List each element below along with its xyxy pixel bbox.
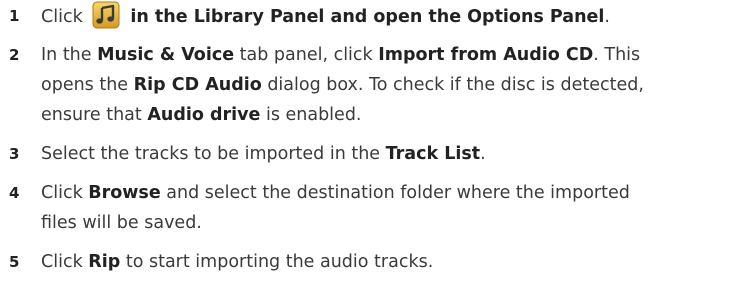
step-line: Click Rip to start importing the audio t… — [41, 247, 729, 277]
step-number: 1 — [9, 7, 20, 25]
step-text-segment: ensure that — [41, 105, 148, 125]
step-text-segment: Select the tracks to be imported in the — [41, 144, 386, 164]
step-number: 5 — [9, 253, 20, 271]
step-text-segment: is enabled. — [260, 105, 362, 125]
ui-term: Music & Voice — [97, 45, 235, 65]
step-text-segment: . — [604, 7, 610, 27]
step-line: ensure that Audio drive is enabled. — [41, 100, 729, 130]
step-text: Click in the Library Panel and open the … — [41, 1, 729, 31]
ui-term: Rip — [88, 252, 121, 272]
step-text-segment: Click — [41, 7, 89, 27]
step-text: Click Rip to start importing the audio t… — [41, 247, 729, 277]
music-note-icon[interactable] — [92, 1, 120, 29]
step-line: In the Music & Voice tab panel, click Im… — [41, 40, 729, 70]
step-text-segment: tab panel, click — [234, 45, 379, 65]
step-line: Click Browse and select the destination … — [41, 178, 729, 208]
step-text-segment: opens the — [41, 75, 134, 95]
step-text: Select the tracks to be imported in the … — [41, 139, 729, 169]
step-line: opens the Rip CD Audio dialog box. To ch… — [41, 70, 729, 100]
step-text-segment: In the — [41, 45, 98, 65]
step-line: files will be saved. — [41, 208, 729, 238]
step-text-segment: Click — [41, 183, 89, 203]
ui-term: Track List — [385, 144, 481, 164]
step-line: Select the tracks to be imported in the … — [41, 139, 729, 169]
step-text-segment: and select the destination folder where … — [160, 183, 630, 203]
step-text: Click Browse and select the destination … — [41, 178, 729, 238]
step-text-segment: to start importing the audio tracks. — [120, 252, 434, 272]
step-text-segment: Click — [41, 252, 89, 272]
step-text-segment: . This — [593, 45, 641, 65]
step-text-segment: . — [480, 144, 486, 164]
step-number: 3 — [9, 145, 20, 163]
ui-term: Audio drive — [147, 105, 261, 125]
ui-term: Import from Audio CD — [378, 45, 594, 65]
step-number: 2 — [9, 46, 20, 64]
step-number: 4 — [9, 184, 20, 202]
ui-term: Rip CD Audio — [133, 75, 262, 95]
step-text-segment: files will be saved. — [41, 213, 202, 233]
step-line: Click in the Library Panel and open the … — [41, 1, 729, 31]
step-text: In the Music & Voice tab panel, click Im… — [41, 40, 729, 130]
ui-term: Browse — [88, 183, 161, 203]
ui-term: in the Library Panel and open the Option… — [124, 7, 605, 27]
step-text-segment: dialog box. To check if the disc is dete… — [261, 75, 644, 95]
